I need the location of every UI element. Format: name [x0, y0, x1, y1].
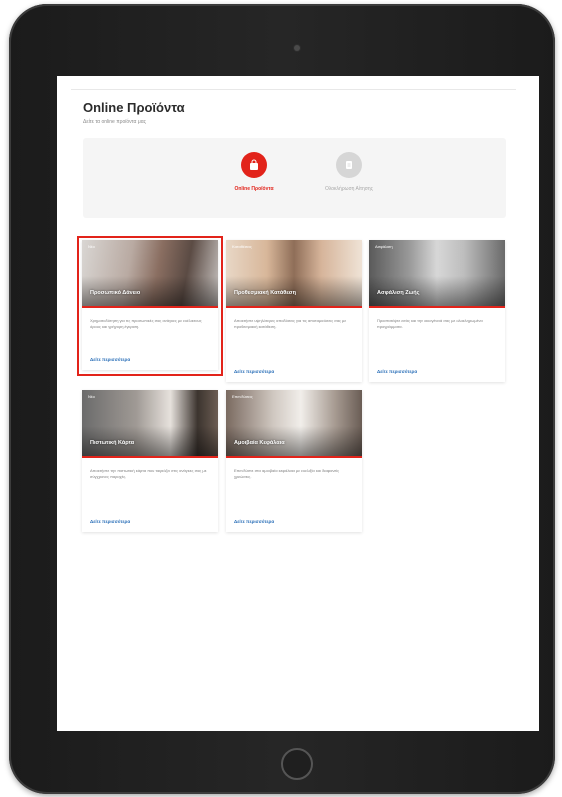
divider [71, 89, 516, 90]
see-more-link[interactable]: Δείτε περισσότερα [90, 357, 130, 362]
card-description: Αποκτήστε υψηλότερες αποδόσεις για τις α… [234, 318, 347, 329]
card-tag: Επενδύσεις [232, 394, 253, 399]
step-label: Ολοκλήρωση Αίτησης [324, 186, 374, 192]
card-description: Χρηματοδότηση για τις προσωπικές σας ανά… [90, 318, 202, 329]
stepper: Online Προϊόντα Ολοκλήρωση Αίτησης [83, 138, 506, 218]
card-image: Καταθέσεις Προθεσμιακή Κατάθεση [226, 240, 362, 308]
card-image: Νέο Πιστωτική Κάρτα [82, 390, 218, 458]
card-tag: Ασφάλιση [375, 244, 393, 249]
card-title: Προσωπικό Δάνειο [90, 290, 141, 296]
see-more-link[interactable]: Δείτε περισσότερα [90, 519, 130, 524]
see-more-link[interactable]: Δείτε περισσότερα [234, 519, 274, 524]
step-complete-application[interactable]: Ολοκλήρωση Αίτησης [309, 152, 389, 192]
see-more-link[interactable]: Δείτε περισσότερα [234, 369, 274, 374]
card-title: Πιστωτική Κάρτα [90, 440, 135, 446]
product-card-mutual-funds[interactable]: Επενδύσεις Αμοιβαία Κεφάλαια Επενδύστε σ… [226, 390, 362, 532]
product-card-life-insurance[interactable]: Ασφάλιση Ασφάλιση Ζωής Προστατέψτε εσάς … [369, 240, 505, 382]
step-label: Online Προϊόντα [234, 186, 274, 192]
document-icon [336, 152, 362, 178]
card-description: Επενδύστε στα αμοιβαία κεφάλαια με ευελι… [234, 468, 340, 479]
card-tag: Καταθέσεις [232, 244, 252, 249]
card-title: Προθεσμιακή Κατάθεση [234, 290, 296, 296]
card-image: Ασφάλιση Ασφάλιση Ζωής [369, 240, 505, 308]
card-description: Προστατέψτε εσάς και την οικογένειά σας … [377, 318, 483, 329]
card-image: Επενδύσεις Αμοιβαία Κεφάλαια [226, 390, 362, 458]
card-title: Αμοιβαία Κεφάλαια [234, 440, 285, 446]
card-description: Αποκτήστε την πιστωτική κάρτα που ταιριά… [90, 468, 207, 479]
product-card-term-deposit[interactable]: Καταθέσεις Προθεσμιακή Κατάθεση Αποκτήστ… [226, 240, 362, 382]
page-title: Online Προϊόντα [83, 100, 185, 115]
product-card-personal-loan[interactable]: Νέο Προσωπικό Δάνειο Χρηματοδότηση για τ… [82, 240, 218, 370]
product-card-credit-card[interactable]: Νέο Πιστωτική Κάρτα Αποκτήστε την πιστωτ… [82, 390, 218, 532]
step-online-products[interactable]: Online Προϊόντα [214, 152, 294, 192]
see-more-link[interactable]: Δείτε περισσότερα [377, 369, 417, 374]
screen: Online Προϊόντα Δείτε τα online προϊόντα… [57, 76, 539, 731]
card-tag: Νέο [88, 394, 95, 399]
card-image: Νέο Προσωπικό Δάνειο [82, 240, 218, 308]
card-tag: Νέο [88, 244, 95, 249]
card-title: Ασφάλιση Ζωής [377, 290, 420, 296]
camera-icon [294, 45, 300, 51]
tablet-frame: Online Προϊόντα Δείτε τα online προϊόντα… [9, 4, 555, 794]
home-button[interactable] [281, 748, 313, 780]
shopping-bag-icon [241, 152, 267, 178]
page-subtitle: Δείτε τα online προϊόντα μας [83, 119, 147, 125]
